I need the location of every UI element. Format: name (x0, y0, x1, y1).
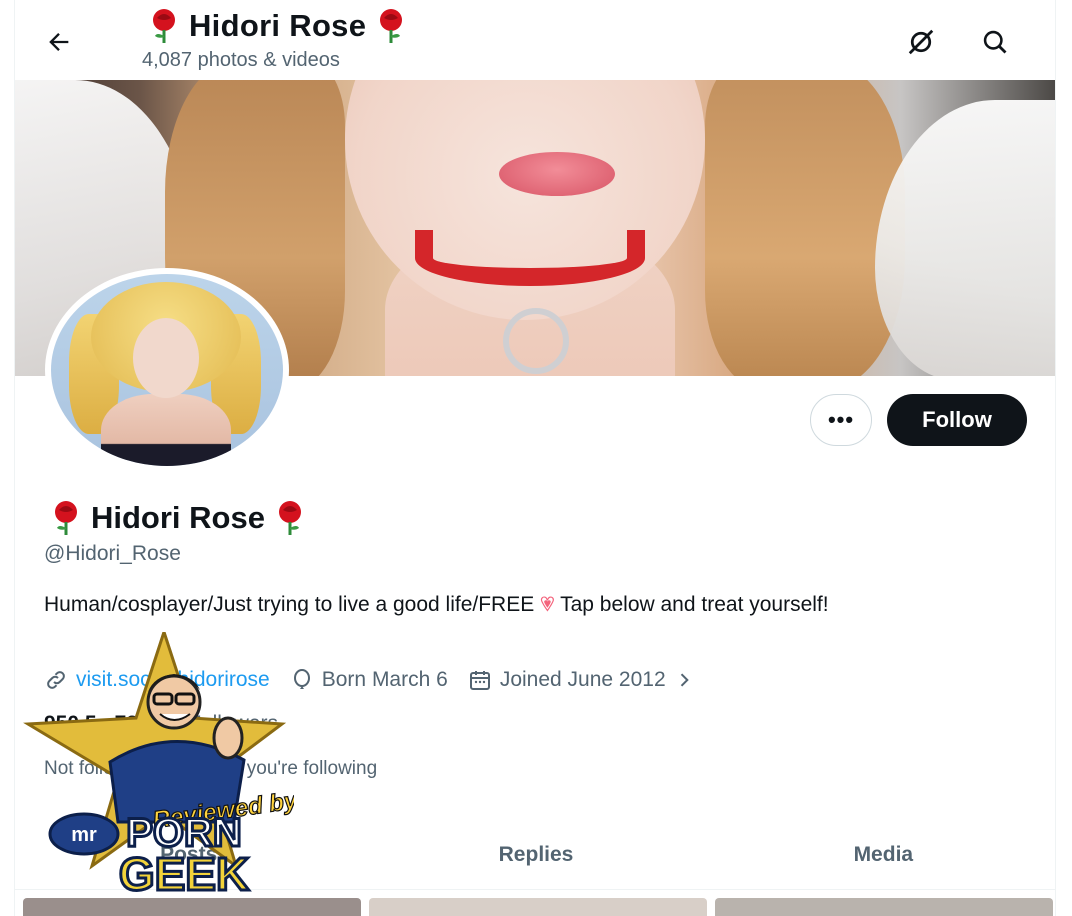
avatar-face (133, 318, 199, 398)
watermark-badge: Reviewed by mr PORN GEEK (14, 627, 301, 902)
back-button[interactable] (37, 20, 81, 64)
rose-icon (153, 9, 175, 43)
banner-ring (503, 308, 569, 374)
profile-handle: @Hidori_Rose (44, 542, 181, 565)
profile-joined[interactable]: Joined June 2012 (468, 668, 694, 692)
bio-text: Tap below and treat yourself! (560, 593, 829, 616)
avatar-image (51, 274, 283, 466)
calendar-icon (469, 671, 490, 690)
tab-media[interactable]: Media (710, 820, 1055, 889)
rose-icon (380, 9, 403, 43)
rose-icon (278, 501, 301, 535)
heart-icon: 💗︎ (540, 593, 555, 616)
chevron-right-icon (680, 673, 689, 687)
avatar[interactable] (45, 268, 289, 472)
profile-name-text: Hidori Rose (91, 500, 265, 535)
back-arrow-icon (49, 33, 69, 51)
joined-text: Joined June 2012 (499, 668, 666, 691)
media-thumbnail[interactable] (369, 898, 707, 916)
tab-replies[interactable]: Replies (362, 820, 709, 889)
banner-lips (499, 152, 615, 196)
watermark-line2: mr (71, 824, 97, 846)
grok-button[interactable] (899, 20, 943, 64)
banner-collar (415, 230, 645, 286)
watermark-line4: GEEK (119, 848, 249, 900)
header-title-text: Hidori Rose (189, 8, 367, 43)
grok-icon (908, 29, 934, 55)
profile-bio: Human/cosplayer/Just trying to live a go… (44, 590, 1004, 619)
profile-name: Hidori Rose (51, 500, 305, 536)
avatar-body (101, 394, 231, 466)
top-bar: Hidori Rose 4,087 photos & videos (15, 0, 1055, 80)
search-icon (983, 30, 1007, 54)
banner-hair (705, 80, 905, 376)
media-thumbnail[interactable] (715, 898, 1053, 916)
search-button[interactable] (973, 20, 1017, 64)
watermark-graphic: Reviewed by mr PORN GEEK (23, 627, 301, 902)
bio-text: Human/cosplayer/Just trying to live a go… (44, 593, 535, 616)
banner-wing (875, 100, 1055, 376)
birthday-text: Born March 6 (321, 668, 448, 691)
profile-birthday: Born March 6 (290, 668, 448, 692)
header-subtitle: 4,087 photos & videos (142, 49, 340, 71)
header-title: Hidori Rose (149, 8, 406, 44)
more-options-button[interactable]: ••• (810, 394, 872, 446)
rose-icon (55, 501, 77, 535)
follow-button[interactable]: Follow (887, 394, 1027, 446)
